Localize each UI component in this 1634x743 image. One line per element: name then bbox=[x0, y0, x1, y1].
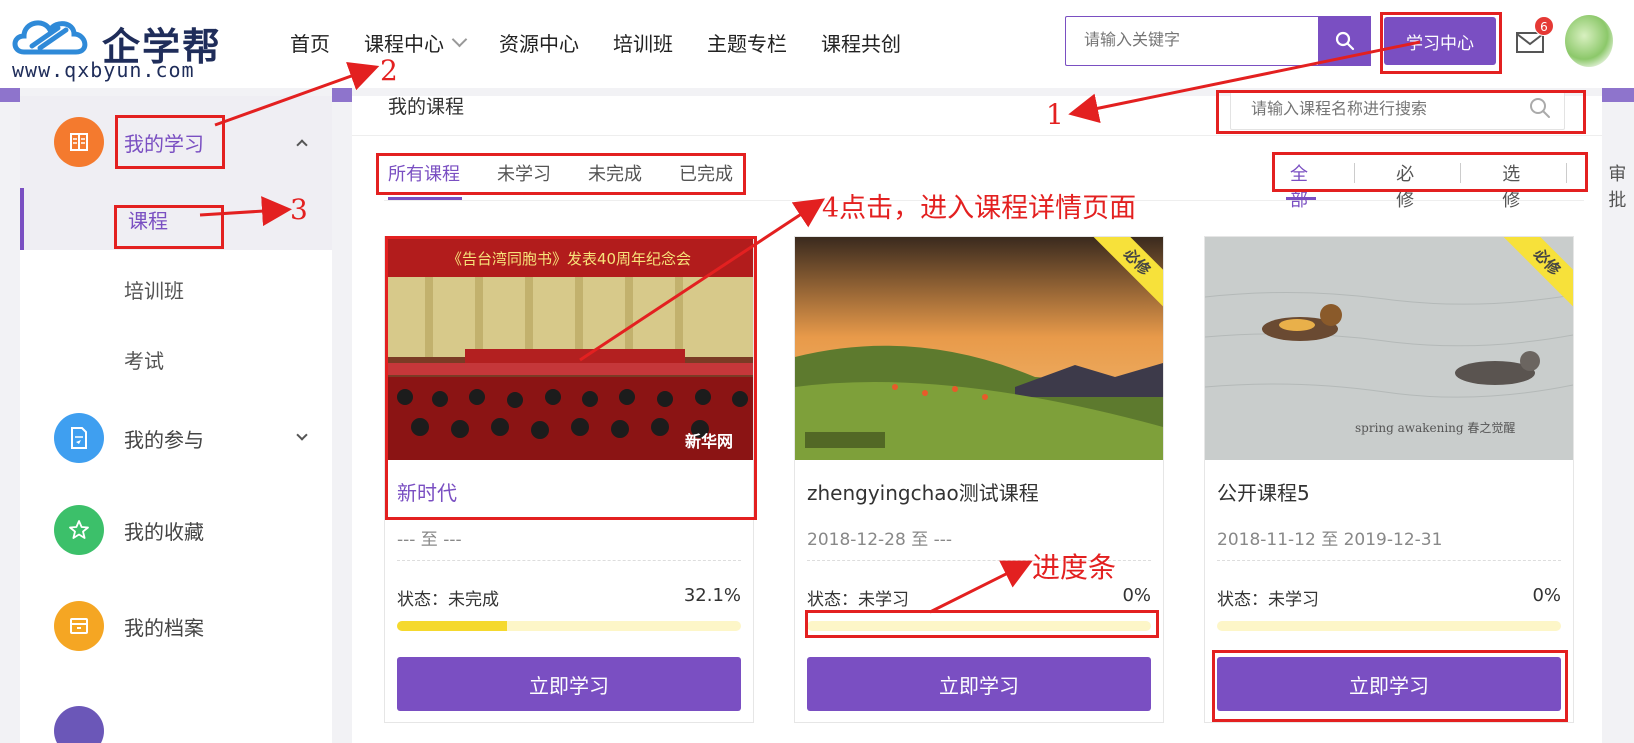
course-image-sunset[interactable]: 必修 bbox=[795, 237, 1163, 460]
divider bbox=[397, 560, 741, 561]
sidebar-sub-training[interactable]: 培训班 bbox=[20, 258, 332, 320]
nav-cocreate[interactable]: 课程共创 bbox=[821, 28, 901, 57]
chevron-down-icon bbox=[451, 31, 468, 48]
nav-resource-center[interactable]: 资源中心 bbox=[499, 28, 579, 57]
annotation-progress-label: 进度条 bbox=[1032, 551, 1117, 584]
search-icon bbox=[1335, 31, 1354, 51]
nav-cocreate-label: 课程共创 bbox=[821, 32, 901, 56]
nav-topics[interactable]: 主题专栏 bbox=[707, 28, 787, 57]
accent-strip-left bbox=[0, 88, 20, 102]
progress-fill bbox=[397, 621, 508, 631]
annotation-box-my-study bbox=[115, 115, 225, 169]
annotation-number-1: 1 bbox=[1046, 98, 1064, 131]
filter-approval[interactable]: 审批 bbox=[1604, 160, 1634, 211]
nav-resource-label: 资源中心 bbox=[499, 32, 579, 56]
mail-badge: 6 bbox=[1534, 16, 1554, 36]
nav-training-label: 培训班 bbox=[613, 32, 673, 56]
divider bbox=[1217, 560, 1561, 561]
logo[interactable]: 企学帮 www.qxbyun.com bbox=[10, 12, 250, 82]
chevron-up-icon bbox=[296, 139, 308, 151]
search-button[interactable] bbox=[1318, 16, 1371, 66]
annotation-box-progress bbox=[805, 610, 1159, 638]
annotation-box-course-search bbox=[1216, 90, 1586, 134]
nav-home[interactable]: 首页 bbox=[290, 28, 330, 57]
chevron-down-icon bbox=[296, 429, 308, 441]
nav-home-label: 首页 bbox=[290, 32, 330, 56]
annotation-step-4: 4点击，进入课程详情页面 bbox=[822, 193, 1137, 224]
nav-course-center-label: 课程中心 bbox=[364, 32, 444, 56]
course-date: 2018-11-12 至 2019-12-31 bbox=[1217, 530, 1443, 550]
accent-strip-right bbox=[1602, 88, 1634, 102]
annotation-box-course bbox=[114, 205, 224, 249]
accent-strip-mid bbox=[332, 88, 352, 102]
nav-training[interactable]: 培训班 bbox=[613, 28, 673, 57]
annotation-number-2: 2 bbox=[380, 54, 398, 87]
course-progress-percent: 32.1% bbox=[683, 585, 741, 606]
main-nav: 首页 课程中心 资源中心 培训班 主题专栏 课程共创 bbox=[290, 28, 935, 57]
star-icon bbox=[54, 505, 104, 555]
nav-course-center[interactable]: 课程中心 bbox=[364, 28, 468, 57]
avatar[interactable] bbox=[1565, 15, 1613, 67]
course-status: 状态：未完成 bbox=[397, 590, 499, 610]
archive-icon bbox=[54, 601, 104, 651]
annotation-number-3: 3 bbox=[290, 193, 308, 226]
course-title[interactable]: zhengyingchao测试课程 bbox=[807, 477, 1039, 506]
nav-topics-label: 主题专栏 bbox=[707, 32, 787, 56]
logo-url: www.qxbyun.com bbox=[12, 58, 195, 82]
sidebar-item-my-participation-label: 我的参与 bbox=[124, 427, 204, 452]
annotation-box-tabs bbox=[376, 153, 746, 195]
sidebar-next-icon bbox=[54, 706, 104, 743]
progress-bar bbox=[397, 621, 741, 631]
course-image-ducks[interactable]: spring awakening 春之觉醒 必修 bbox=[1205, 237, 1573, 460]
sidebar-item-my-participation[interactable]: 我的参与 bbox=[20, 392, 332, 484]
course-status: 状态：未学习 bbox=[1217, 590, 1319, 610]
cloud-logo-icon bbox=[12, 20, 88, 55]
sidebar-sub-training-label: 培训班 bbox=[124, 278, 184, 303]
annotation-box-learn-button bbox=[1212, 650, 1568, 722]
sidebar: 我的学习 课程 培训班 考试 我的参与 我的收藏 我的档案 bbox=[20, 96, 332, 743]
course-progress-percent: 0% bbox=[1122, 585, 1151, 606]
sidebar-item-my-favorites-label: 我的收藏 bbox=[124, 519, 204, 544]
document-icon bbox=[54, 413, 104, 463]
sidebar-item-my-archive-label: 我的档案 bbox=[124, 615, 204, 640]
start-learning-button[interactable]: 立即学习 bbox=[397, 657, 741, 711]
annotation-box-filters bbox=[1272, 152, 1588, 192]
progress-bar bbox=[1217, 621, 1561, 631]
start-learning-button[interactable]: 立即学习 bbox=[807, 657, 1151, 711]
sidebar-item-my-archive[interactable]: 我的档案 bbox=[20, 580, 332, 672]
annotation-box-study-center bbox=[1380, 12, 1502, 74]
search-input[interactable] bbox=[1065, 16, 1318, 66]
course-image-watermark: spring awakening 春之觉醒 bbox=[1355, 421, 1515, 435]
divider bbox=[352, 135, 1602, 136]
book-icon bbox=[54, 117, 104, 167]
page-title: 我的课程 bbox=[388, 96, 465, 118]
annotation-box-first-card bbox=[385, 236, 757, 520]
course-card[interactable]: 必修 zhengyingchao测试课程 2018-12-28 至 --- 状态… bbox=[794, 236, 1164, 723]
sidebar-sub-exam[interactable]: 考试 bbox=[20, 328, 332, 390]
course-status: 状态：未学习 bbox=[807, 590, 909, 610]
sidebar-item-my-favorites[interactable]: 我的收藏 bbox=[20, 484, 332, 576]
course-date: 2018-12-28 至 --- bbox=[807, 530, 953, 550]
course-progress-percent: 0% bbox=[1532, 585, 1561, 606]
course-date: --- 至 --- bbox=[397, 530, 462, 550]
sidebar-sub-exam-label: 考试 bbox=[124, 348, 164, 373]
course-title[interactable]: 公开课程5 bbox=[1217, 477, 1310, 506]
